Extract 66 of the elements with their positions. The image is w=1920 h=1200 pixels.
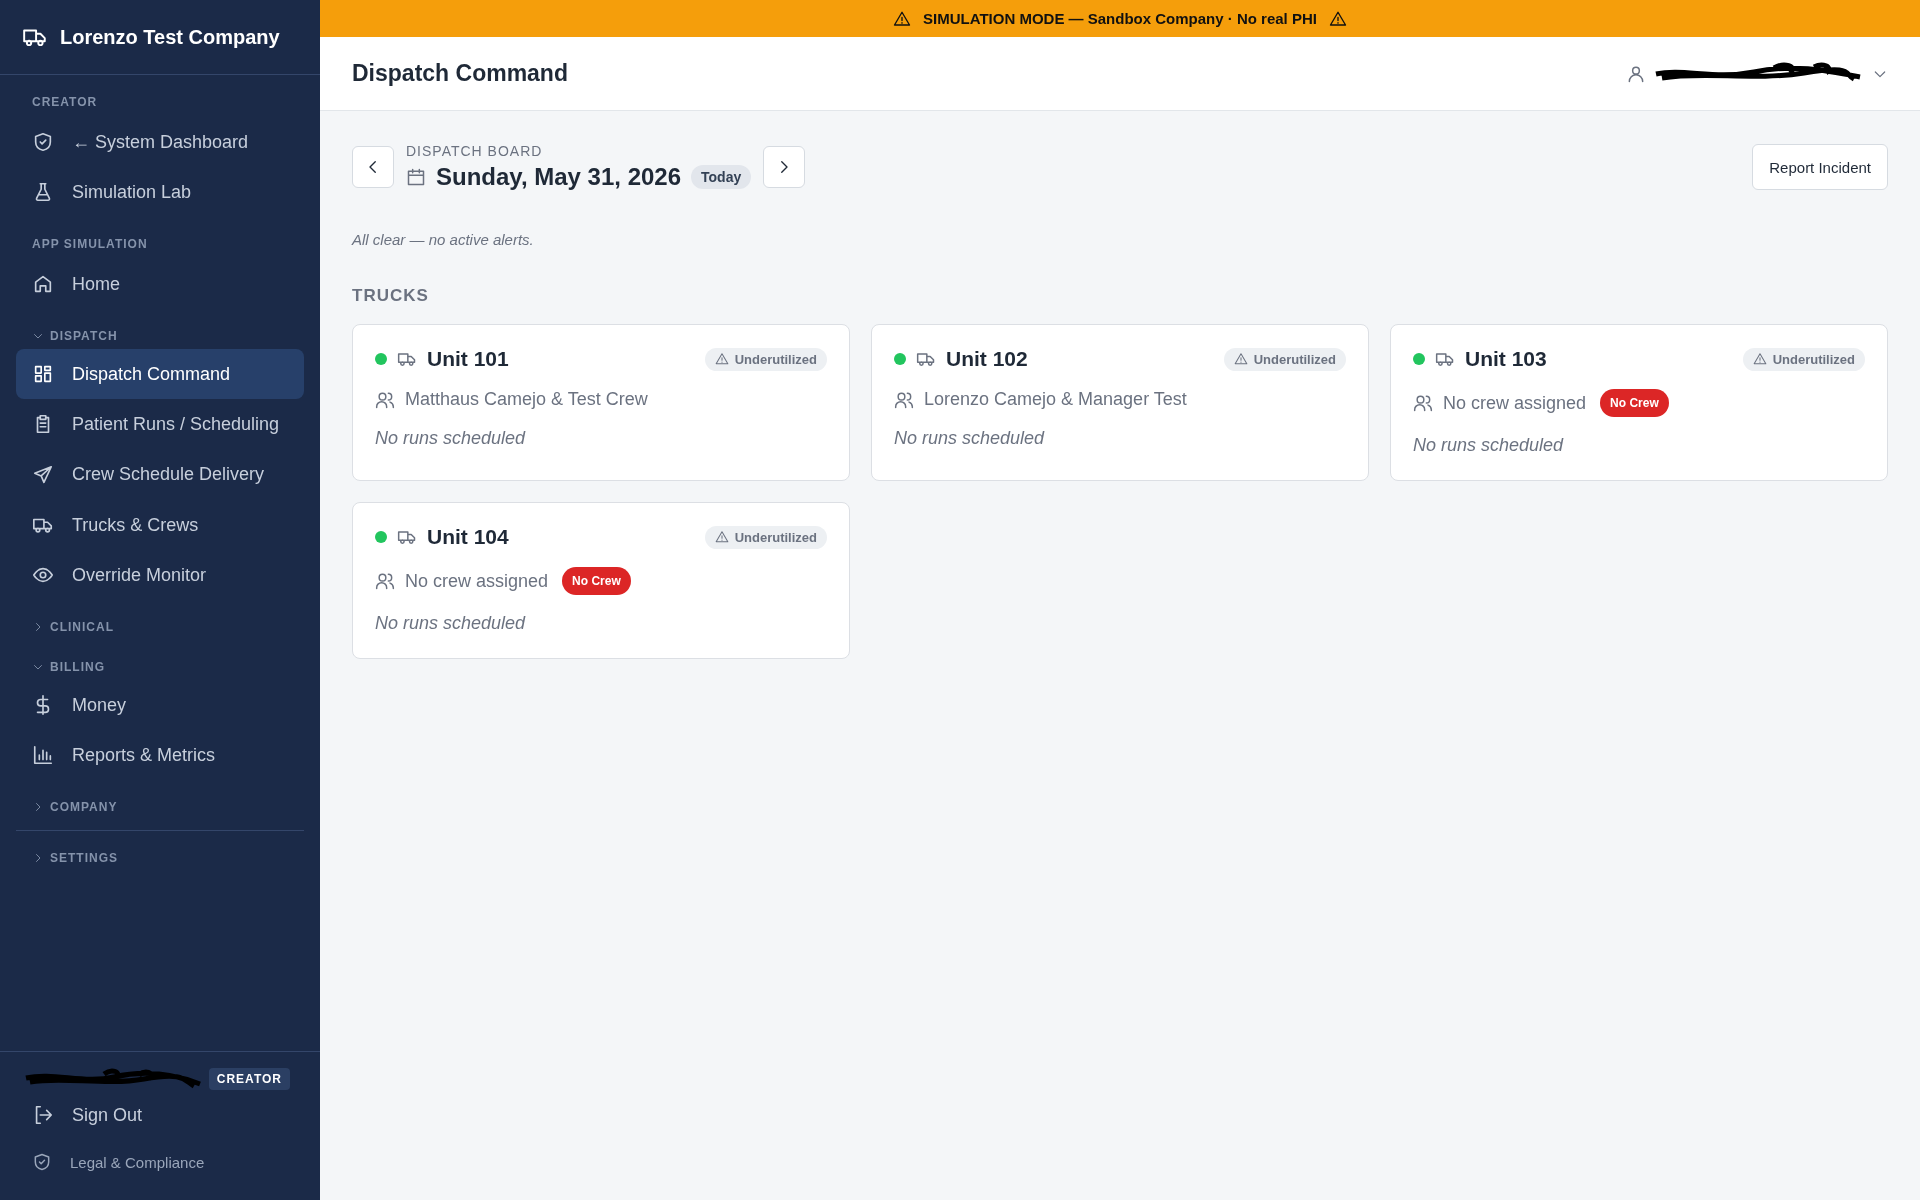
calendar-icon (406, 167, 426, 187)
nav-item[interactable]: Override Monitor (16, 549, 304, 600)
nav-item[interactable]: Home (16, 259, 304, 310)
alerts-message: All clear — no active alerts. (352, 231, 535, 248)
warning-icon (1752, 352, 1767, 366)
crew-names: Lorenzo Camejo & Manager Test (924, 389, 1187, 410)
shield-icon (32, 1152, 52, 1172)
nav-item[interactable]: Dispatch Command (16, 349, 304, 400)
truck-card[interactable]: Unit 101 Underutilized Matthaus Camejo & Test Crew No runs scheduled (352, 324, 850, 481)
nav-item[interactable]: Money (16, 679, 304, 730)
unit-name: Unit 101 (427, 347, 509, 371)
users-icon (1413, 393, 1433, 413)
section-label: APP SIMULATION (31, 236, 149, 254)
board-date: Sunday, May 31, 2026 (436, 163, 681, 191)
runs-status: No runs scheduled (1413, 435, 1565, 456)
warning-icon (1328, 9, 1347, 28)
truck-card[interactable]: Unit 102 Underutilized Lorenzo Camejo & Manager Test No runs scheduled (871, 324, 1369, 481)
sign-out-link[interactable]: Sign Out (16, 1089, 304, 1140)
warning-icon (714, 530, 729, 544)
tag-text: Underutilized (1772, 351, 1855, 367)
next-day-button[interactable] (763, 146, 806, 188)
legal-link[interactable]: Legal & Compliance (16, 1140, 304, 1184)
tag-text: Underutilized (734, 529, 817, 545)
warning-icon (893, 9, 912, 28)
nav-item[interactable]: Trucks & Crews (16, 499, 304, 550)
section-heading: TRUCKS (352, 286, 430, 306)
nav-item[interactable]: Patient Runs / Scheduling (16, 399, 304, 450)
users-icon (375, 571, 395, 591)
truck-card[interactable]: Unit 103 Underutilized No crew assigned No Crew No runs scheduled (1390, 324, 1888, 481)
page-title: Dispatch Command (352, 60, 568, 87)
role-badge: CREATOR (208, 1067, 290, 1090)
section-toggle[interactable]: COMPANY (16, 779, 304, 820)
truck-card[interactable]: Unit 104 Underutilized No crew assigned No Crew No runs scheduled (352, 502, 850, 659)
section-toggle[interactable]: BILLING (16, 639, 304, 680)
tag-text: Underutilized (1253, 351, 1336, 367)
previous-day-button[interactable] (352, 146, 394, 188)
shieldcheck-icon (32, 131, 54, 154)
crew-names: Matthaus Camejo & Test Crew (405, 389, 648, 410)
crew-names: No crew assigned (405, 570, 549, 592)
section-toggle[interactable]: SETTINGS (16, 830, 304, 871)
send-icon (32, 463, 54, 486)
chart-icon (32, 743, 54, 766)
section-toggle[interactable]: DISPATCH (16, 309, 304, 350)
crew-names: No crew assigned (1443, 392, 1587, 414)
no-crew-badge: No Crew (1600, 389, 1669, 417)
section-toggle[interactable]: CLINICAL (16, 599, 304, 640)
unit-name: Unit 103 (1465, 347, 1547, 371)
runs-status: No runs scheduled (375, 613, 527, 634)
runs-status: No runs scheduled (375, 428, 527, 449)
board-label: DISPATCH BOARD (406, 143, 544, 159)
report-incident-button[interactable]: Report Incident (1752, 144, 1888, 190)
no-crew-badge: No Crew (562, 567, 631, 595)
today-badge: Today (691, 165, 752, 189)
nav-item[interactable]: Simulation Lab (16, 167, 304, 218)
tag-text: Underutilized (734, 351, 817, 367)
section-label: CREATOR (31, 94, 99, 111)
warning-icon (714, 352, 729, 366)
warning-icon (1233, 352, 1248, 366)
nav-item[interactable]: Crew Schedule Delivery (16, 449, 304, 500)
company-name: Lorenzo Test Company (60, 25, 280, 49)
unit-name: Unit 102 (946, 347, 1028, 371)
unit-name: Unit 104 (427, 525, 509, 549)
nav-item[interactable]: Reports & Metrics (16, 729, 304, 780)
nav-item[interactable]: ← System Dashboard (16, 117, 304, 168)
banner-text: SIMULATION MODE — Sandbox Company · No real PHI (923, 10, 1317, 27)
runs-status: No runs scheduled (894, 428, 1046, 449)
